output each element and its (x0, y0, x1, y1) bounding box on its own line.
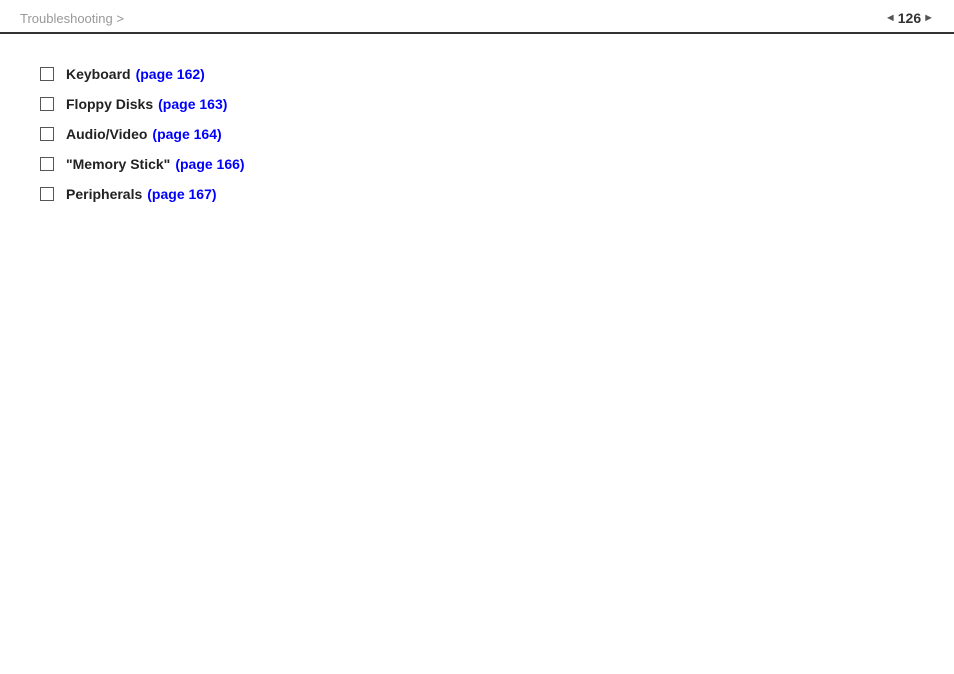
item-label: "Memory Stick" (66, 156, 170, 172)
checkbox-icon (40, 187, 54, 201)
item-label: Audio/Video (66, 126, 147, 142)
checkbox-icon (40, 97, 54, 111)
main-content: Keyboard (page 162) Floppy Disks (page 163)… (0, 34, 954, 234)
item-label: Floppy Disks (66, 96, 153, 112)
item-link[interactable]: (page 164) (152, 126, 221, 142)
checkbox-icon (40, 127, 54, 141)
list-item: Peripherals (page 167) (40, 184, 914, 202)
checkbox-icon (40, 157, 54, 171)
item-link[interactable]: (page 162) (136, 66, 205, 82)
item-link[interactable]: (page 163) (158, 96, 227, 112)
page-number: 126 (885, 10, 934, 26)
item-link[interactable]: (page 167) (147, 186, 216, 202)
list-item: Floppy Disks (page 163) (40, 94, 914, 112)
page-header: Troubleshooting > 126 (0, 0, 954, 34)
item-link[interactable]: (page 166) (175, 156, 244, 172)
list-item: "Memory Stick" (page 166) (40, 154, 914, 172)
list-item: Audio/Video (page 164) (40, 124, 914, 142)
item-label: Peripherals (66, 186, 142, 202)
breadcrumb: Troubleshooting > (20, 11, 124, 26)
item-label: Keyboard (66, 66, 131, 82)
list-item: Keyboard (page 162) (40, 64, 914, 82)
checkbox-icon (40, 67, 54, 81)
